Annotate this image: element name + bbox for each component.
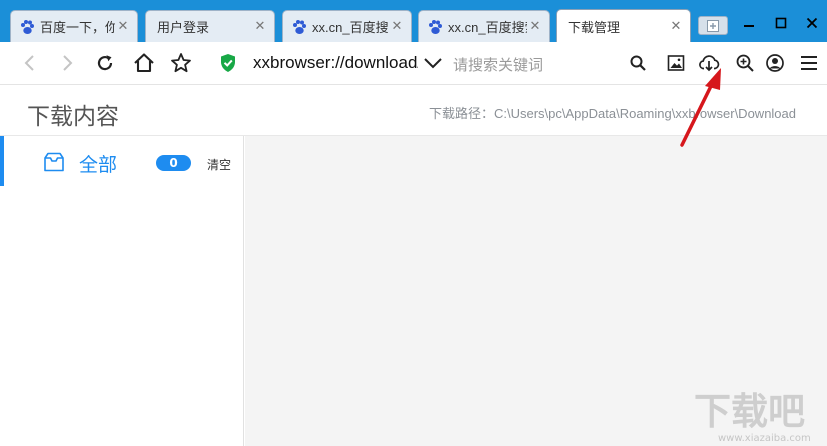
home-button[interactable]	[131, 50, 157, 76]
minimize-button[interactable]	[734, 12, 764, 34]
tab-strip: 百度一下，你 ✕ 用户登录 ✕ xx.cn_百度搜索 ✕ xx.cn_百度搜索 …	[0, 0, 827, 43]
zoom-in-icon	[736, 54, 754, 72]
secure-site-indicator[interactable]	[215, 50, 241, 76]
close-icon	[806, 17, 818, 29]
plus-icon	[707, 19, 719, 32]
account-button[interactable]	[762, 50, 788, 76]
annotation-arrow	[680, 68, 721, 147]
site-watermark: 下载吧 www.xiazaiba.com	[690, 384, 825, 444]
tab-title: 下载管理	[568, 20, 621, 35]
tab-title: xx.cn_百度搜索	[312, 20, 389, 35]
forward-arrow-icon	[63, 55, 73, 71]
close-window-button[interactable]	[797, 12, 827, 34]
new-tab-button[interactable]	[698, 16, 728, 35]
baidu-paw-icon	[429, 19, 442, 34]
tab-close-icon[interactable]: ✕	[115, 19, 131, 34]
menu-button[interactable]	[796, 50, 822, 76]
tab-close-icon[interactable]: ✕	[668, 19, 684, 34]
home-icon	[134, 53, 154, 73]
search-icon	[630, 55, 646, 71]
tab-close-icon[interactable]: ✕	[252, 19, 268, 34]
active-indicator	[0, 136, 4, 186]
back-button[interactable]	[17, 50, 43, 76]
xiazaiba-logo: 下载吧 www.xiazaiba.com	[694, 390, 811, 444]
baidu-paw-icon	[21, 19, 34, 34]
svg-text:www.xiazaiba.com: www.xiazaiba.com	[718, 433, 811, 444]
tab-title: xx.cn_百度搜索	[448, 20, 527, 35]
chevron-down-icon	[424, 58, 442, 69]
tab-4[interactable]: xx.cn_百度搜索 ✕	[418, 10, 550, 42]
page-title: 下载内容	[27, 103, 119, 129]
zoom-button[interactable]	[732, 50, 758, 76]
clear-all-button[interactable]: 清空	[207, 156, 231, 173]
baidu-paw-icon	[293, 19, 306, 34]
sidebar-item-all[interactable]: 全部 0 清空	[0, 136, 244, 186]
tab-close-icon[interactable]: ✕	[527, 19, 543, 34]
address-bar-url[interactable]: xxbrowser://download/	[253, 53, 418, 73]
address-dropdown-button[interactable]	[420, 50, 446, 76]
svg-text:下载吧: 下载吧	[694, 390, 805, 433]
user-icon	[766, 54, 784, 72]
reload-button[interactable]	[92, 50, 118, 76]
back-arrow-icon	[24, 55, 34, 71]
tab-close-icon[interactable]: ✕	[389, 19, 405, 34]
tab-1[interactable]: 百度一下，你 ✕	[10, 10, 138, 42]
download-sidebar: 全部 0 清空	[0, 136, 244, 446]
forward-button[interactable]	[54, 50, 80, 76]
maximize-icon	[775, 17, 787, 29]
shield-check-icon	[221, 54, 235, 72]
inbox-tray-icon	[44, 152, 64, 172]
tab-5-active[interactable]: 下载管理 ✕	[556, 9, 691, 43]
download-count-badge: 0	[156, 155, 191, 171]
star-icon	[171, 53, 191, 73]
minimize-icon	[744, 25, 754, 27]
search-input[interactable]: 请搜索关键词	[453, 54, 543, 75]
sidebar-item-label: 全部	[79, 155, 118, 176]
hamburger-menu-icon	[801, 56, 817, 70]
tab-title: 用户登录	[157, 20, 210, 35]
download-path[interactable]: 下载路径：C:\Users\pc\AppData\Roaming\xxbrows…	[429, 103, 796, 122]
maximize-button[interactable]	[766, 12, 796, 34]
reload-icon	[97, 55, 113, 71]
tab-title: 百度一下，你	[40, 20, 115, 35]
bookmark-button[interactable]	[168, 50, 194, 76]
tab-2[interactable]: 用户登录 ✕	[145, 10, 275, 42]
search-button[interactable]	[625, 50, 651, 76]
tab-3[interactable]: xx.cn_百度搜索 ✕	[282, 10, 412, 42]
